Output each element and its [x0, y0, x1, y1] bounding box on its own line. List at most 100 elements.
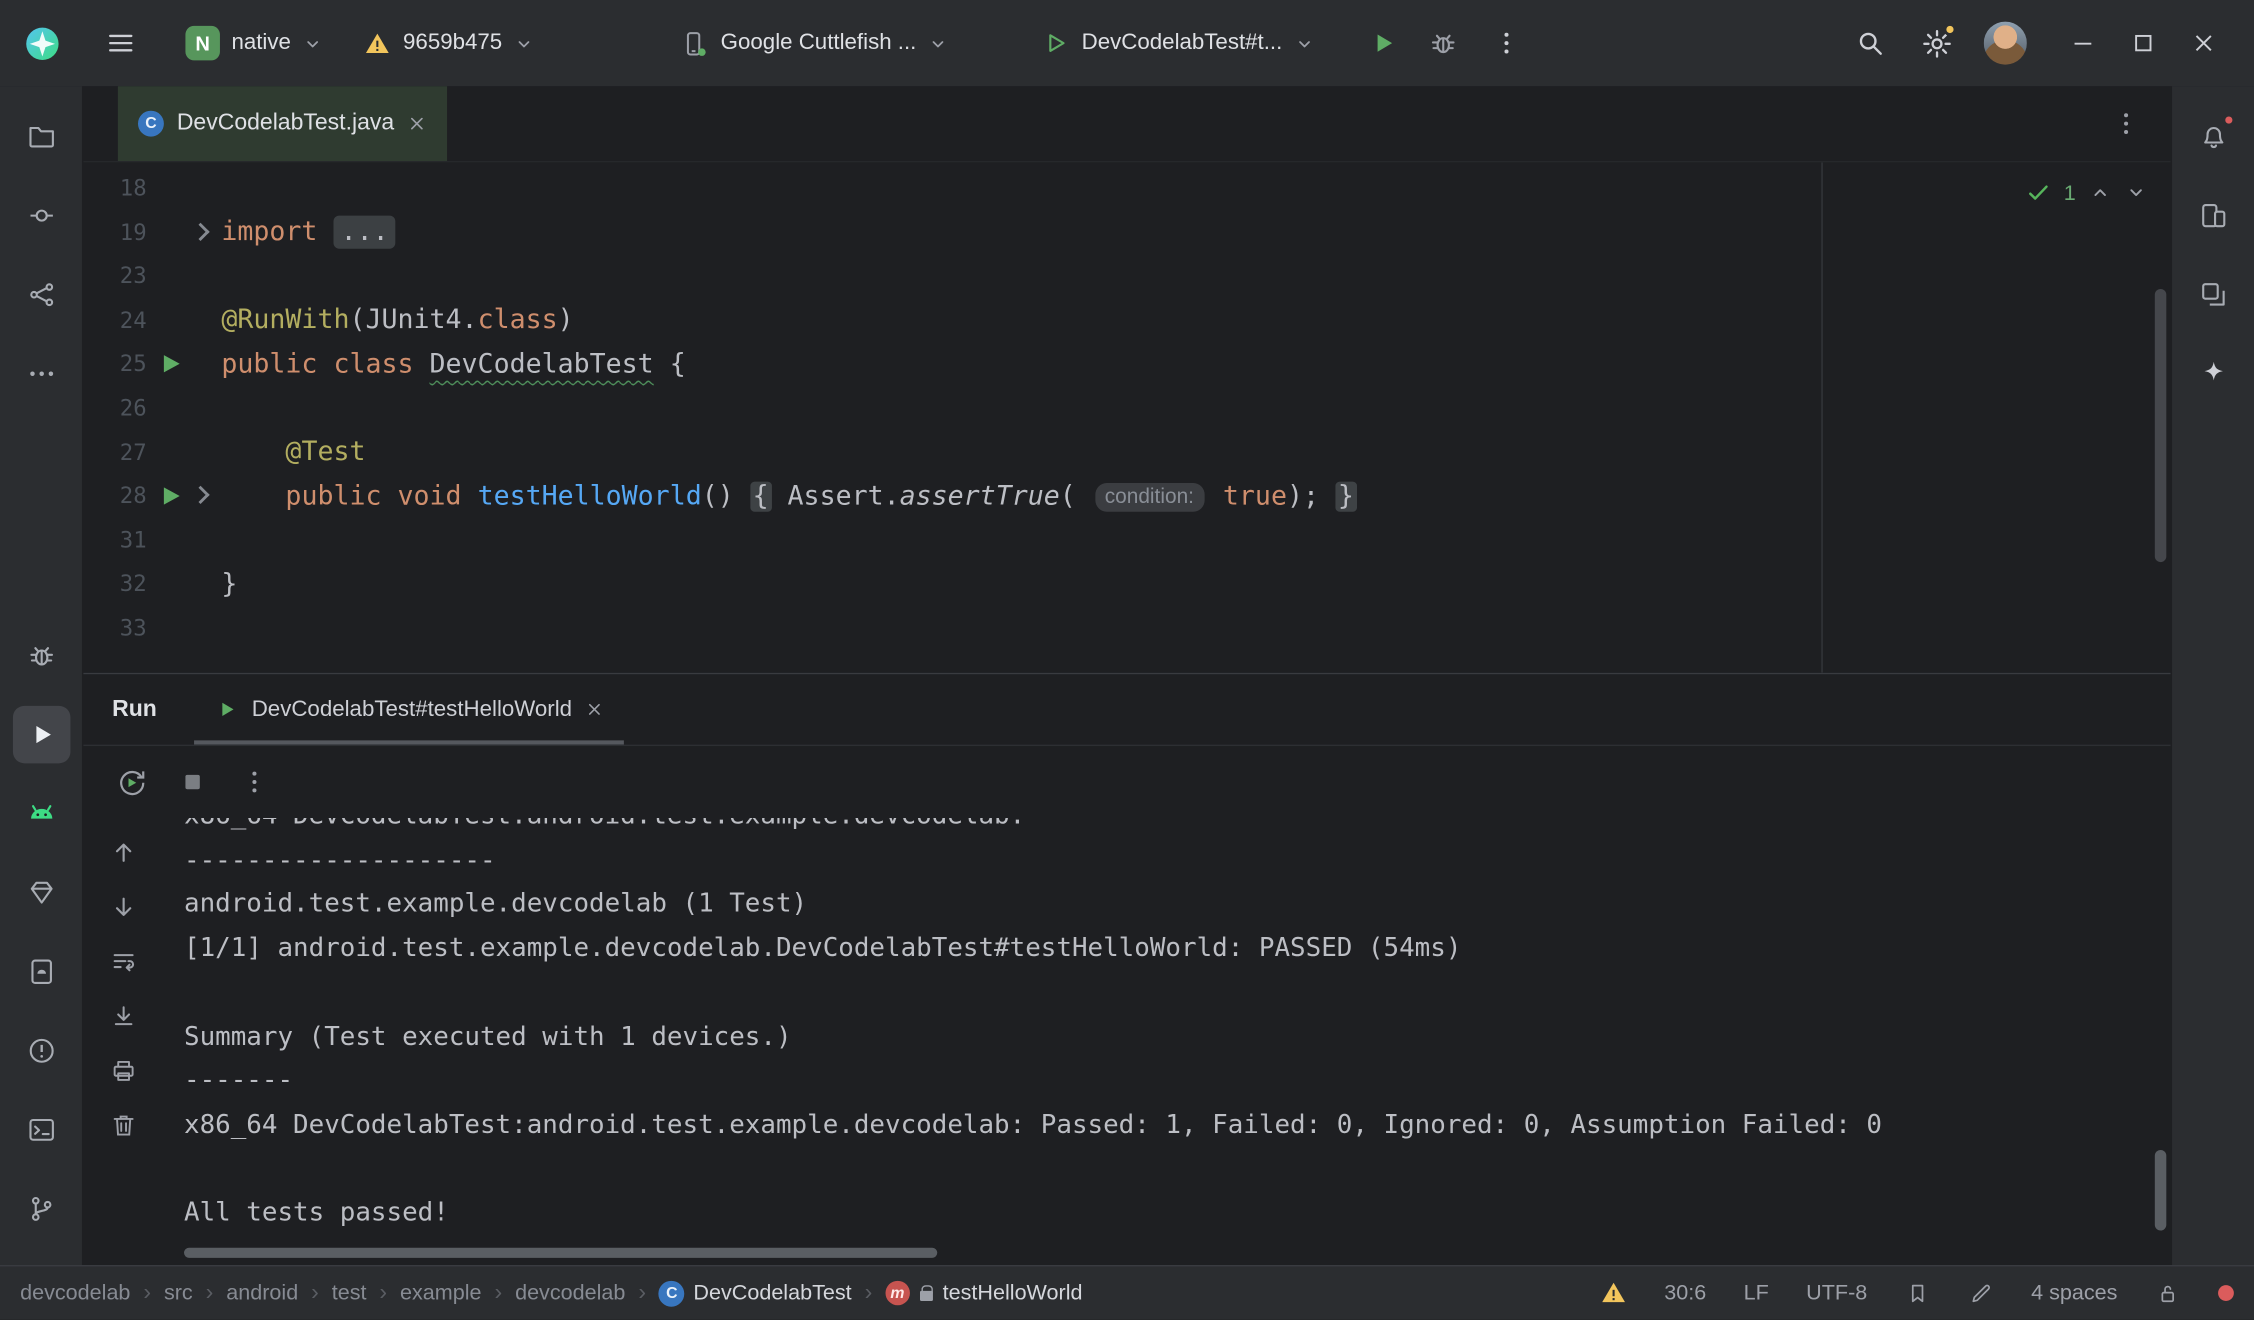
gutter [147, 167, 222, 211]
bug-icon [25, 639, 57, 671]
line-number: 28 [83, 483, 146, 509]
editor-line[interactable]: 25public class DevCodelabTest { [83, 342, 2170, 386]
scroll-to-end-button[interactable] [108, 1001, 140, 1033]
close-run-tab-icon[interactable] [585, 700, 604, 719]
fold-chevron-icon[interactable] [191, 222, 209, 240]
breadcrumb-item[interactable]: devcodelab [515, 1281, 625, 1305]
main-menu-button[interactable] [93, 16, 148, 71]
rail-app-insights-button[interactable] [12, 863, 70, 921]
breadcrumb-item[interactable]: test [332, 1281, 367, 1305]
code-editor[interactable]: 18 19import ...2324@RunWith(JUnit4.class)… [83, 162, 2170, 672]
gutter [147, 518, 222, 562]
lock-open-icon[interactable] [2155, 1280, 2181, 1306]
next-occurrence-button[interactable] [108, 891, 140, 923]
caret-position[interactable]: 30:6 [1664, 1281, 1706, 1305]
rail-terminal-button[interactable] [12, 1100, 70, 1158]
breadcrumb-separator: › [311, 1280, 319, 1306]
run-configuration-selector[interactable]: DevCodelabTest#t... [1033, 16, 1324, 71]
gem-icon [25, 876, 57, 908]
breadcrumb-item[interactable]: CDevCodelabTest [659, 1280, 852, 1306]
indent-setting[interactable]: 4 spaces [2031, 1281, 2117, 1305]
close-button[interactable] [2174, 13, 2234, 73]
editor-scrollbar[interactable] [2155, 289, 2167, 562]
rail-layout-inspector-button[interactable] [2184, 265, 2242, 323]
editor-line[interactable]: 31 [83, 518, 2170, 562]
editor-line[interactable]: 23 [83, 255, 2170, 299]
editor-line[interactable]: 24@RunWith(JUnit4.class) [83, 298, 2170, 342]
fold-chevron-icon[interactable] [191, 486, 209, 504]
avatar [1984, 22, 2027, 65]
vcs-widget[interactable]: 9659b475 [356, 16, 544, 71]
highlighting-pen-icon[interactable] [1968, 1280, 1994, 1306]
run-test-gutter-icon[interactable] [164, 356, 180, 373]
line-number: 18 [83, 176, 146, 202]
device-selector[interactable]: Google Cuttlefish ... [670, 16, 958, 71]
editor-line[interactable]: 27 @Test [83, 430, 2170, 474]
run-button[interactable] [1356, 16, 1411, 71]
maximize-button[interactable] [2113, 13, 2173, 73]
stop-button[interactable] [171, 760, 214, 803]
project-widget[interactable]: N native [177, 16, 333, 71]
prev-occurrence-button[interactable] [108, 837, 140, 869]
breadcrumb-item[interactable]: src [164, 1281, 193, 1305]
minimize-icon [2069, 29, 2098, 58]
line-ending[interactable]: LF [1744, 1281, 1769, 1305]
bookmark-icon[interactable] [1905, 1280, 1931, 1306]
warning-icon[interactable] [1600, 1279, 1627, 1306]
debug-button[interactable] [1416, 16, 1471, 71]
breadcrumbs: devcodelab›src›android›test›example›devc… [20, 1280, 1082, 1306]
rail-commit-button[interactable] [12, 186, 70, 244]
breadcrumb-item[interactable]: android [226, 1281, 298, 1305]
settings-button[interactable] [1909, 16, 1964, 71]
rail-version-control-button[interactable] [12, 1179, 70, 1237]
profile-avatar[interactable] [1978, 16, 2033, 71]
arrow-up-icon [109, 838, 138, 867]
run-tab[interactable]: DevCodelabTest#testHelloWorld [194, 674, 624, 744]
rail-more-button[interactable] [12, 344, 70, 402]
run-options-button[interactable] [233, 760, 276, 803]
rerun-button[interactable] [109, 760, 152, 803]
rail-structure-button[interactable] [12, 265, 70, 323]
editor-line[interactable]: 33 [83, 606, 2170, 650]
rail-problems-button[interactable] [12, 1021, 70, 1079]
soft-wrap-button[interactable] [108, 946, 140, 978]
more-actions-button[interactable] [1479, 16, 1534, 71]
editor-line[interactable]: 32} [83, 562, 2170, 606]
window-controls [2053, 13, 2234, 73]
tab-devcodelabtest-java[interactable]: C DevCodelabTest.java [118, 86, 447, 161]
console-line: [1/1] android.test.example.devcodelab.De… [184, 927, 2171, 971]
console-viewport[interactable]: x86_64 DevCodelabTest:android.test.examp… [164, 818, 2171, 1265]
console-h-scrollbar[interactable] [184, 1248, 937, 1258]
rail-debug-button[interactable] [12, 626, 70, 684]
breadcrumb-item[interactable]: mtestHelloWorld [885, 1281, 1082, 1305]
breadcrumb-item[interactable]: devcodelab [20, 1281, 130, 1305]
rail-run-button[interactable] [12, 705, 70, 763]
prev-problem-chevron-icon[interactable] [2089, 181, 2112, 204]
editor-line[interactable]: 28 public void testHelloWorld() { Assert… [83, 474, 2170, 518]
inspections-widget[interactable]: 1 [2025, 180, 2148, 206]
editor-line[interactable]: 18 [83, 167, 2170, 211]
rail-project-button[interactable] [12, 107, 70, 165]
tab-options-button[interactable] [2099, 96, 2154, 151]
file-encoding[interactable]: UTF-8 [1806, 1281, 1867, 1305]
error-indicator-dot[interactable] [2218, 1285, 2234, 1301]
next-problem-chevron-icon[interactable] [2125, 181, 2148, 204]
editor-line[interactable]: 26 [83, 386, 2170, 430]
editor-line[interactable]: 19import ... [83, 211, 2170, 255]
close-tab-icon[interactable] [407, 114, 427, 134]
rail-gemini-button[interactable] [2184, 344, 2242, 402]
console-line [184, 1148, 2171, 1192]
rail-running-devices-button[interactable] [12, 942, 70, 1000]
minimize-button[interactable] [2053, 13, 2113, 73]
print-button[interactable] [108, 1055, 140, 1087]
console-v-scrollbar[interactable] [2155, 1150, 2167, 1231]
run-test-gutter-icon[interactable] [164, 487, 180, 504]
rail-notifications-button[interactable] [2184, 107, 2242, 165]
search-everywhere-button[interactable] [1843, 16, 1898, 71]
breadcrumb-item[interactable]: example [400, 1281, 482, 1305]
run-panel-toolbar [83, 746, 2170, 818]
rail-logcat-button[interactable] [12, 784, 70, 842]
rail-device-manager-button[interactable] [2184, 186, 2242, 244]
structure-graph-icon [25, 278, 57, 310]
clear-console-button[interactable] [108, 1110, 140, 1142]
